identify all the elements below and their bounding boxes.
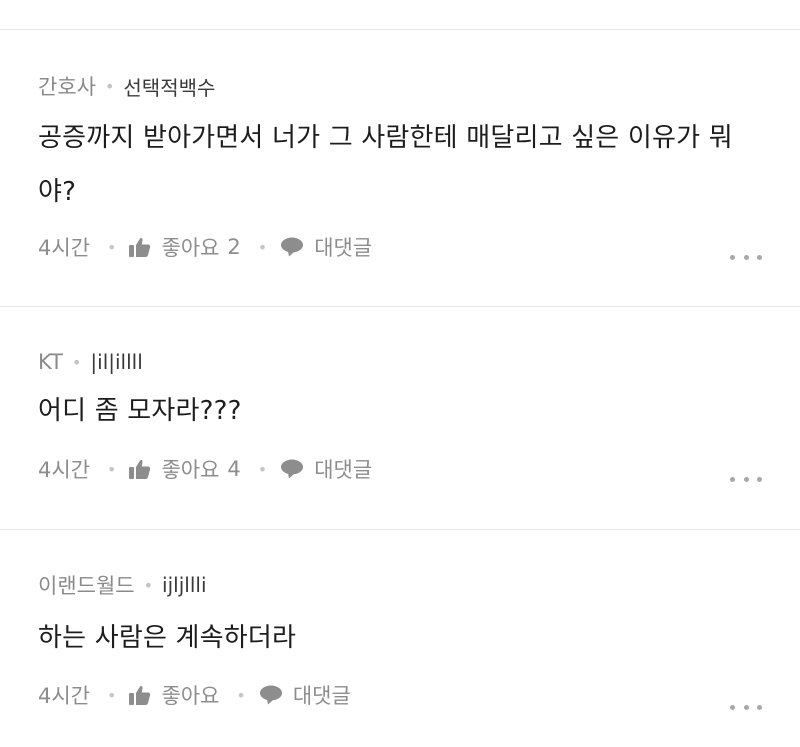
separator-dot: • — [107, 685, 117, 705]
like-label: 좋아요 — [161, 236, 220, 260]
separator-dot: • — [257, 237, 268, 257]
separator-dot: • — [236, 685, 246, 705]
comment-time: 4시간 — [38, 684, 91, 708]
like-button[interactable]: 좋아요 2 — [129, 232, 241, 262]
comment-author-job: ijljllli — [162, 573, 207, 597]
like-count: 2 — [227, 235, 241, 259]
reply-button[interactable]: 대댓글 — [259, 680, 351, 710]
comment-author-job: |il|illll — [90, 350, 143, 374]
more-dots-icon — [730, 254, 735, 260]
comment-text: 어디 좀 모자라??? — [38, 396, 242, 426]
speech-bubble-icon — [281, 237, 304, 257]
comment-item: 이랜드월드 • ijljllli 하는 사람은 계속하더라 4시간 • 좋아요 … — [0, 530, 800, 747]
separator-dot: • — [104, 76, 115, 96]
comment-author[interactable]: KT — [38, 350, 63, 374]
comment-actions: 4시간 • 좋아요 2 • 대댓글 — [38, 232, 372, 262]
comment-author-job: 선택적백수 — [123, 75, 216, 100]
comment-item: KT • |il|illll 어디 좀 모자라??? 4시간 • 좋아요 4 •… — [0, 307, 800, 529]
comment-text: 하는 사람은 계속하더라 — [38, 623, 297, 653]
comment-actions: 4시간 • 좋아요 • 대댓글 — [38, 680, 351, 710]
thumbs-up-icon — [129, 238, 151, 257]
more-options-button[interactable] — [730, 249, 762, 265]
reply-label: 대댓글 — [292, 684, 351, 708]
comment-time: 4시간 — [38, 458, 91, 482]
comment-item: 간호사 • 선택적백수 공증까지 받아가면서 너가 그 사람한테 매달리고 싶은… — [0, 30, 800, 306]
comment-meta: 이랜드월드 • ijljllli — [38, 570, 207, 600]
like-button[interactable]: 좋아요 4 — [129, 454, 241, 484]
more-dots-icon — [743, 254, 749, 260]
more-dots-icon — [730, 476, 735, 482]
reply-label: 대댓글 — [314, 236, 373, 260]
reply-button[interactable]: 대댓글 — [280, 454, 372, 484]
reply-label: 대댓글 — [314, 458, 373, 482]
more-options-button[interactable] — [730, 699, 762, 715]
more-dots-icon — [743, 704, 749, 710]
separator-dot: • — [71, 352, 82, 372]
separator-dot: • — [107, 237, 117, 257]
thumbs-up-icon — [129, 686, 151, 705]
top-blank-area — [0, 0, 800, 29]
more-options-button[interactable] — [730, 471, 762, 487]
like-button[interactable]: 좋아요 — [129, 680, 219, 710]
separator-dot: • — [107, 459, 117, 479]
speech-bubble-icon — [281, 459, 304, 479]
comment-meta: 간호사 • 선택적백수 — [38, 71, 215, 101]
more-dots-icon — [757, 476, 762, 482]
comment-actions: 4시간 • 좋아요 4 • 대댓글 — [38, 454, 372, 484]
separator-dot: • — [143, 575, 154, 595]
comment-text: 공증까지 받아가면서 너가 그 사람한테 매달리고 싶은 이유가 뭐야? — [38, 123, 733, 207]
thumbs-up-icon — [129, 460, 151, 479]
more-dots-icon — [757, 704, 762, 710]
more-dots-icon — [730, 704, 735, 710]
speech-bubble-icon — [259, 685, 282, 705]
reply-button[interactable]: 대댓글 — [280, 232, 372, 262]
more-dots-icon — [757, 254, 762, 260]
comment-time: 4시간 — [38, 236, 91, 260]
like-count: 4 — [227, 457, 241, 481]
comment-author[interactable]: 간호사 — [38, 71, 96, 101]
more-dots-icon — [743, 476, 749, 482]
comment-meta: KT • |il|illll — [38, 347, 143, 377]
separator-dot: • — [257, 459, 268, 479]
comment-author[interactable]: 이랜드월드 — [38, 570, 135, 600]
like-label: 좋아요 — [161, 458, 220, 482]
like-label: 좋아요 — [161, 684, 220, 708]
